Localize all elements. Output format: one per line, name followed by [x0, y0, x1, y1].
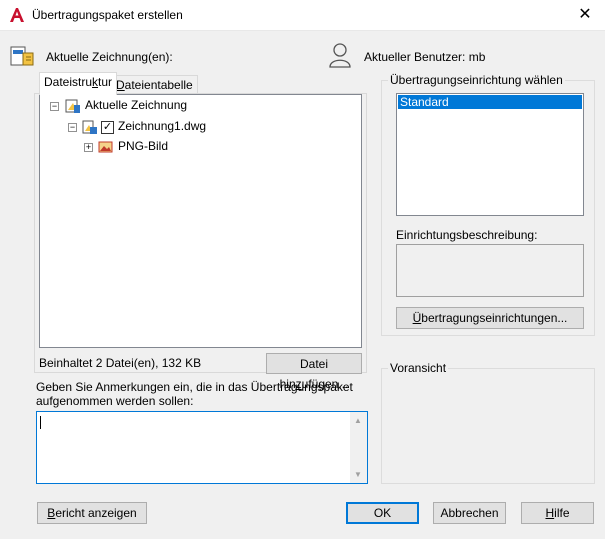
tree-root-label: Aktuelle Zeichnung — [85, 98, 188, 112]
description-field — [396, 244, 584, 297]
tree-child-label: Zeichnung1.dwg — [118, 119, 207, 133]
close-icon[interactable]: ✕ — [574, 4, 596, 26]
help-button[interactable]: Hilfe — [521, 502, 594, 524]
title-bar: Übertragungspaket erstellen ✕ — [0, 0, 605, 31]
collapse-toggle[interactable]: − — [68, 123, 77, 132]
image-file-icon — [98, 141, 113, 153]
notes-label-line2: aufgenommen werden sollen: — [36, 394, 194, 408]
description-label: Einrichtungsbeschreibung: — [396, 228, 538, 242]
add-file-button[interactable]: Datei hinzufügen... — [266, 353, 362, 391]
setup-list[interactable]: Standard — [396, 93, 584, 216]
current-user-label: Aktueller Benutzer: mb — [364, 50, 486, 64]
preview-group — [381, 368, 595, 484]
autocad-logo-icon — [10, 8, 24, 22]
button-label-post: bertragungseinrichtungen... — [421, 311, 568, 325]
button-label-mnemonic: Ü — [412, 311, 422, 325]
button-label-post: ilfe — [554, 506, 570, 520]
current-drawings-label: Aktuelle Zeichnung(en): — [46, 50, 173, 64]
drawing-set-icon — [65, 99, 80, 113]
tab-label-post: tur — [98, 75, 113, 89]
dwg-file-icon — [82, 120, 97, 134]
button-label-mnemonic: H — [545, 506, 555, 520]
include-checkbox[interactable]: ✓ — [101, 121, 114, 134]
tab-file-table[interactable]: Dateientabelle — [111, 75, 198, 94]
collapse-toggle[interactable]: − — [50, 102, 59, 111]
tab-label-post: ateientabelle — [124, 78, 193, 92]
transmittal-setups-button[interactable]: Übertragungseinrichtungen... — [396, 307, 584, 329]
file-tree[interactable]: − Aktuelle Zeichnung − ✓ Zeichnung1.dwg … — [39, 94, 362, 348]
text-cursor — [40, 416, 41, 429]
window-title: Übertragungspaket erstellen — [32, 8, 183, 22]
setup-group-label: Übertragungseinrichtung wählen — [388, 73, 565, 87]
expand-toggle[interactable]: + — [84, 143, 93, 152]
button-label-post: ericht anzeigen — [55, 506, 137, 520]
notes-label-line1: Geben Sie Anmerkungen ein, die in das Üb… — [36, 380, 353, 394]
view-report-button[interactable]: Bericht anzeigen — [37, 502, 147, 524]
setup-list-item-standard[interactable]: Standard — [398, 95, 582, 109]
tab-label-mnemonic: D — [116, 78, 125, 92]
scroll-down-icon[interactable]: ▼ — [354, 470, 362, 479]
tab-label-pre: Dateistru — [44, 75, 93, 89]
preview-group-label: Voransicht — [388, 361, 449, 375]
scroll-up-icon[interactable]: ▲ — [354, 416, 362, 425]
ok-button[interactable]: OK — [346, 502, 419, 524]
tree-grandchild-label: PNG-Bild — [118, 139, 169, 153]
cancel-button[interactable]: Abbrechen — [433, 502, 506, 524]
file-summary: Beinhaltet 2 Datei(en), 132 KB — [39, 356, 202, 370]
notes-scrollbar[interactable]: ▲ ▼ — [350, 412, 367, 483]
tab-file-structure[interactable]: Dateistruktur — [39, 72, 118, 95]
notes-textarea[interactable]: ▲ ▼ — [36, 411, 368, 484]
transmittal-package-icon — [10, 46, 34, 66]
user-icon — [329, 43, 351, 68]
notes-label: Geben Sie Anmerkungen ein, die in das Üb… — [36, 380, 353, 408]
